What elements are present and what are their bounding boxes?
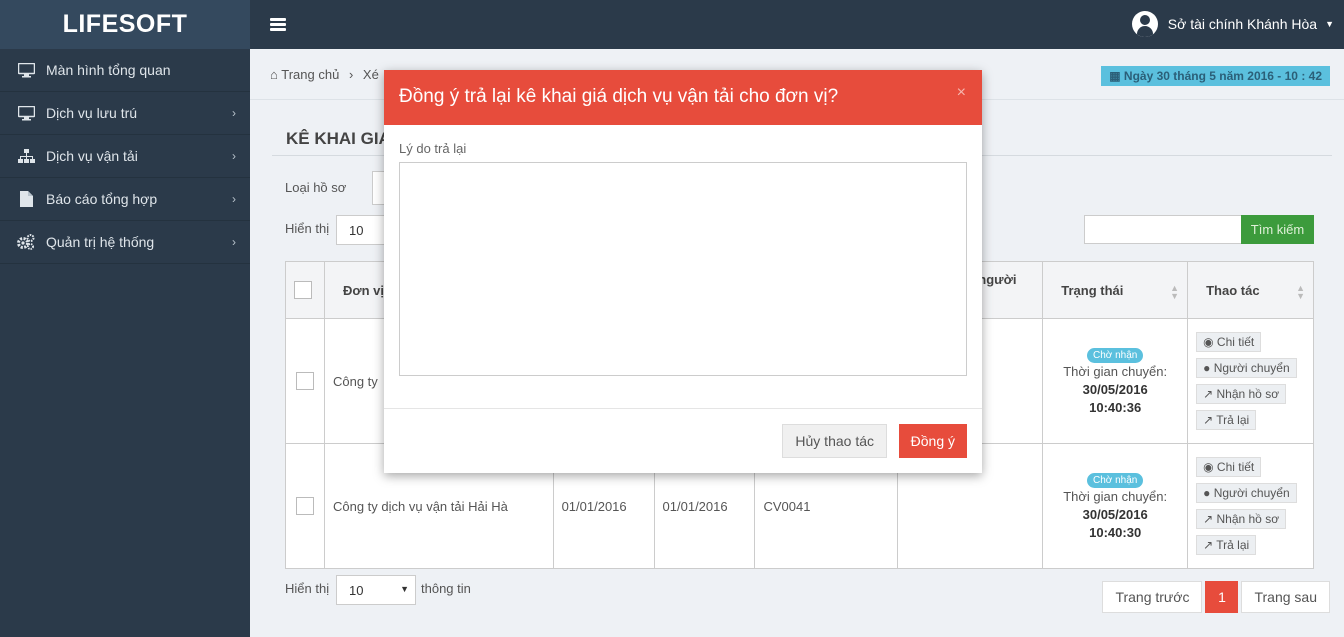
confirm-return-dialog: Đồng ý trả lại kê khai giá dịch vụ vận t… bbox=[384, 70, 982, 473]
reason-textarea[interactable] bbox=[399, 162, 967, 376]
dialog-footer: Hủy thao tác Đồng ý bbox=[384, 409, 982, 473]
reason-label: Lý do trả lại bbox=[399, 141, 467, 156]
dialog-title: Đồng ý trả lại kê khai giá dịch vụ vận t… bbox=[399, 86, 839, 107]
cancel-button[interactable]: Hủy thao tác bbox=[782, 424, 887, 458]
dialog-body: Lý do trả lại bbox=[384, 125, 982, 409]
confirm-button[interactable]: Đồng ý bbox=[898, 424, 967, 458]
close-icon[interactable]: × bbox=[957, 84, 966, 102]
dialog-header: Đồng ý trả lại kê khai giá dịch vụ vận t… bbox=[384, 70, 982, 125]
